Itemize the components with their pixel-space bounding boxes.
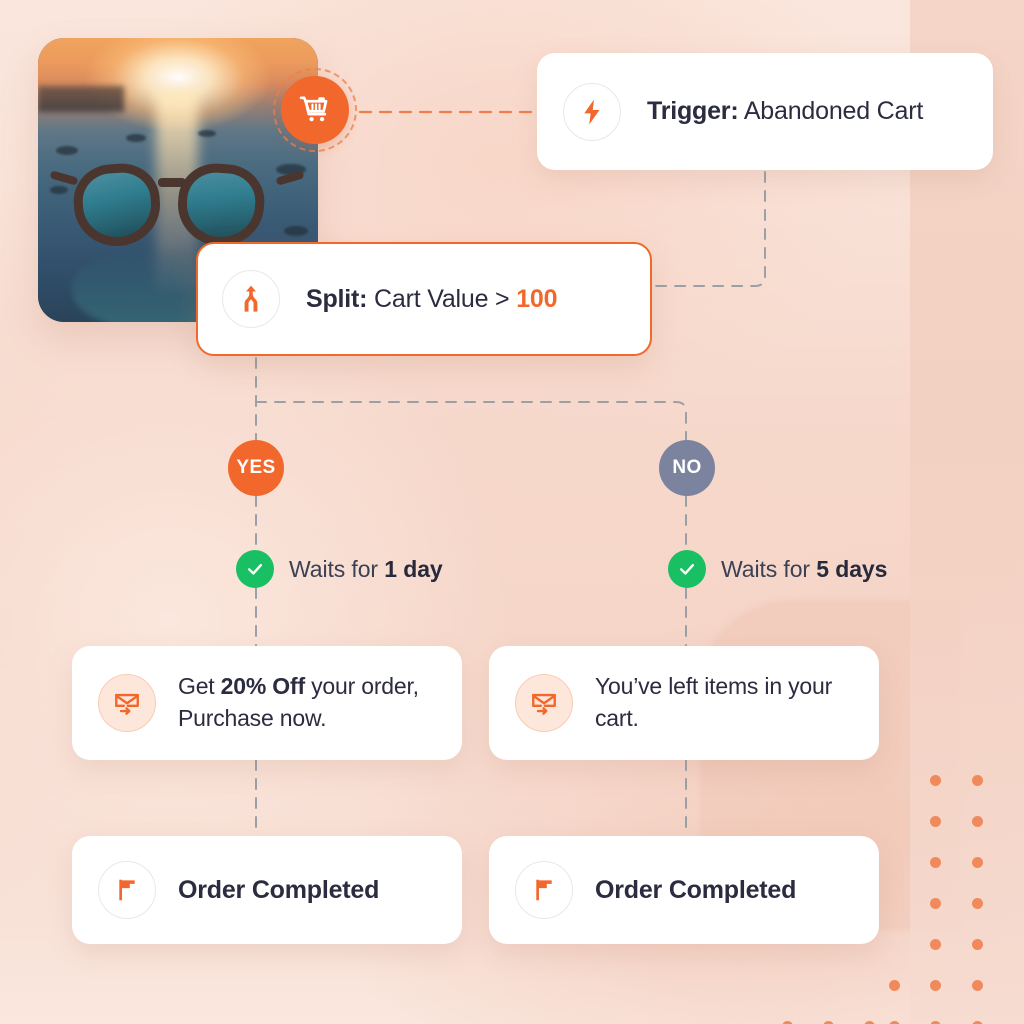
rock — [50, 186, 68, 194]
message-yes-line1-post: your order, — [304, 673, 419, 700]
node-card-message-no[interactable]: You’ve left items in your cart. — [489, 646, 879, 760]
branch-badge-no-label: NO — [672, 457, 702, 478]
trigger-icon-badge — [563, 82, 621, 141]
split-label-threshold: 100 — [516, 284, 558, 313]
workflow-canvas: Trigger: Abandoned Cart Split: Cart Valu… — [0, 0, 1024, 1024]
rock — [56, 146, 78, 155]
shopping-cart-icon — [299, 96, 328, 122]
email-send-icon — [115, 693, 139, 715]
branch-badge-no[interactable]: NO — [659, 440, 715, 496]
rock — [198, 130, 216, 137]
check-circle-icon — [668, 550, 706, 588]
message-yes-line2: Purchase now. — [178, 705, 327, 731]
wait-value-yes: 1 day — [384, 555, 443, 582]
check-circle-icon — [236, 550, 274, 588]
message-no-line1: You’ve left items in your — [595, 673, 833, 700]
wait-step-yes[interactable]: Waits for 1 day — [236, 550, 443, 588]
split-label: Split: Cart Value > 100 — [306, 282, 558, 317]
sunglasses-bridge — [158, 178, 186, 187]
wait-prefix-yes: Waits for — [289, 555, 385, 582]
check-icon — [679, 563, 695, 575]
split-icon-badge — [222, 270, 280, 328]
check-icon — [247, 563, 263, 575]
flag-icon-badge — [98, 861, 156, 919]
message-yes-discount: 20% Off — [220, 673, 305, 700]
node-card-message-yes[interactable]: Get 20% Off your order, Purchase now. — [72, 646, 462, 760]
sunglasses-lens-left — [71, 161, 163, 249]
message-yes-text: Get 20% Off your order, Purchase now. — [178, 671, 419, 734]
cart-badge[interactable] — [281, 76, 349, 144]
split-label-condition: Cart Value > — [367, 284, 517, 313]
trigger-label: Trigger: Abandoned Cart — [647, 94, 923, 129]
sunglasses-lens-right — [175, 161, 267, 249]
trigger-label-strong: Trigger: — [647, 97, 739, 126]
wait-step-no[interactable]: Waits for 5 days — [668, 550, 887, 588]
branch-badge-yes[interactable]: YES — [228, 440, 284, 496]
split-branch-icon — [244, 285, 258, 312]
wait-prefix-no: Waits for — [721, 555, 817, 582]
flag-icon — [119, 879, 135, 901]
lightning-bolt-icon — [584, 99, 600, 124]
flag-icon — [536, 879, 552, 901]
node-card-order-completed-yes[interactable]: Order Completed — [72, 836, 462, 944]
cart-badge-group[interactable] — [273, 68, 357, 152]
wait-value-no: 5 days — [816, 555, 888, 582]
trigger-label-value: Abandoned Cart — [738, 97, 924, 126]
node-card-trigger[interactable]: Trigger: Abandoned Cart — [537, 53, 993, 170]
split-label-strong: Split: — [306, 284, 368, 313]
email-icon-badge — [515, 674, 573, 732]
order-completed-no-label: Order Completed — [595, 875, 797, 904]
message-no-text: You’ve left items in your cart. — [595, 671, 832, 734]
branch-badge-yes-label: YES — [236, 457, 276, 478]
rock — [284, 226, 308, 236]
wait-label-no: Waits for 5 days — [721, 556, 887, 583]
shoreline — [38, 86, 124, 112]
node-card-split[interactable]: Split: Cart Value > 100 — [196, 242, 652, 356]
email-icon-badge — [98, 674, 156, 732]
email-send-icon — [532, 693, 556, 715]
wait-label-yes: Waits for 1 day — [289, 556, 443, 583]
order-completed-yes-label: Order Completed — [178, 875, 380, 904]
rock — [126, 134, 146, 142]
flag-icon-badge — [515, 861, 573, 919]
message-yes-line1-pre: Get — [178, 673, 221, 700]
message-no-line2: cart. — [595, 705, 639, 731]
node-card-order-completed-no[interactable]: Order Completed — [489, 836, 879, 944]
